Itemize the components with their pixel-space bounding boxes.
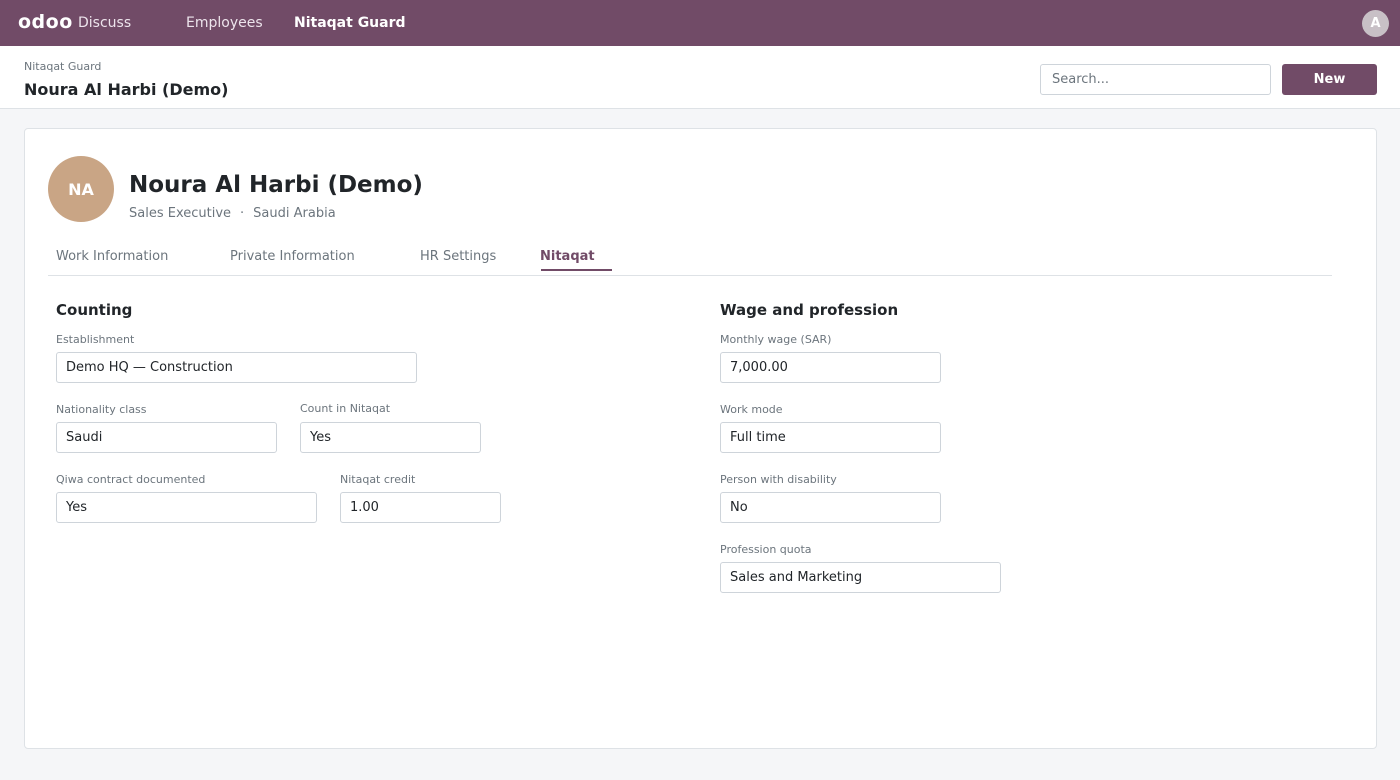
establishment-field[interactable]: Demo HQ — Construction: [56, 352, 417, 383]
nationality-class-label: Nationality class: [56, 403, 147, 416]
counting-section-title: Counting: [56, 301, 133, 319]
breadcrumb-current: Noura Al Harbi (Demo): [24, 80, 229, 99]
work-mode-label: Work mode: [720, 403, 783, 416]
user-avatar[interactable]: A: [1362, 10, 1389, 37]
nav-discuss[interactable]: Discuss: [78, 15, 131, 31]
top-navbar: odoo Discuss Employees Nitaqat Guard A: [0, 0, 1400, 46]
nav-nitaqat-guard[interactable]: Nitaqat Guard: [294, 15, 406, 31]
subtitle-separator: ·: [240, 206, 245, 221]
nitaqat-credit-field[interactable]: 1.00: [340, 492, 501, 523]
nationality-class-field[interactable]: Saudi: [56, 422, 277, 453]
employee-country: Saudi Arabia: [253, 206, 336, 221]
employee-avatar: NA: [48, 156, 114, 222]
profession-quota-field[interactable]: Sales and Marketing: [720, 562, 1001, 593]
form-sheet: NA Noura Al Harbi (Demo) Sales Executive…: [24, 128, 1377, 749]
establishment-label: Establishment: [56, 333, 135, 346]
profession-quota-label: Profession quota: [720, 543, 812, 556]
control-panel: Nitaqat Guard Noura Al Harbi (Demo) New: [0, 46, 1400, 109]
count-in-nitaqat-field[interactable]: Yes: [300, 422, 481, 453]
qiwa-contract-field[interactable]: Yes: [56, 492, 317, 523]
search-input[interactable]: [1040, 64, 1271, 95]
form-tabs: Work Information Private Information HR …: [48, 242, 1332, 276]
breadcrumb-parent[interactable]: Nitaqat Guard: [24, 60, 101, 73]
monthly-wage-label: Monthly wage (SAR): [720, 333, 832, 346]
disability-label: Person with disability: [720, 473, 837, 486]
employee-name: Noura Al Harbi (Demo): [129, 172, 423, 198]
employee-job-title: Sales Executive: [129, 206, 232, 221]
new-button[interactable]: New: [1282, 64, 1377, 95]
monthly-wage-field[interactable]: 7,000.00: [720, 352, 941, 383]
qiwa-contract-label: Qiwa contract documented: [56, 473, 206, 486]
disability-field[interactable]: No: [720, 492, 941, 523]
nav-employees[interactable]: Employees: [186, 15, 263, 31]
odoo-logo[interactable]: odoo: [18, 11, 73, 33]
wage-section-title: Wage and profession: [720, 301, 899, 319]
nitaqat-credit-label: Nitaqat credit: [340, 473, 416, 486]
tab-work-information[interactable]: Work Information: [56, 249, 168, 272]
employee-subtitle: Sales Executive · Saudi Arabia: [129, 206, 336, 221]
active-tab-indicator: [541, 269, 612, 271]
work-mode-field[interactable]: Full time: [720, 422, 941, 453]
tab-private-information[interactable]: Private Information: [230, 249, 355, 272]
tab-hr-settings[interactable]: HR Settings: [420, 249, 496, 272]
count-in-nitaqat-label: Count in Nitaqat: [300, 402, 391, 415]
